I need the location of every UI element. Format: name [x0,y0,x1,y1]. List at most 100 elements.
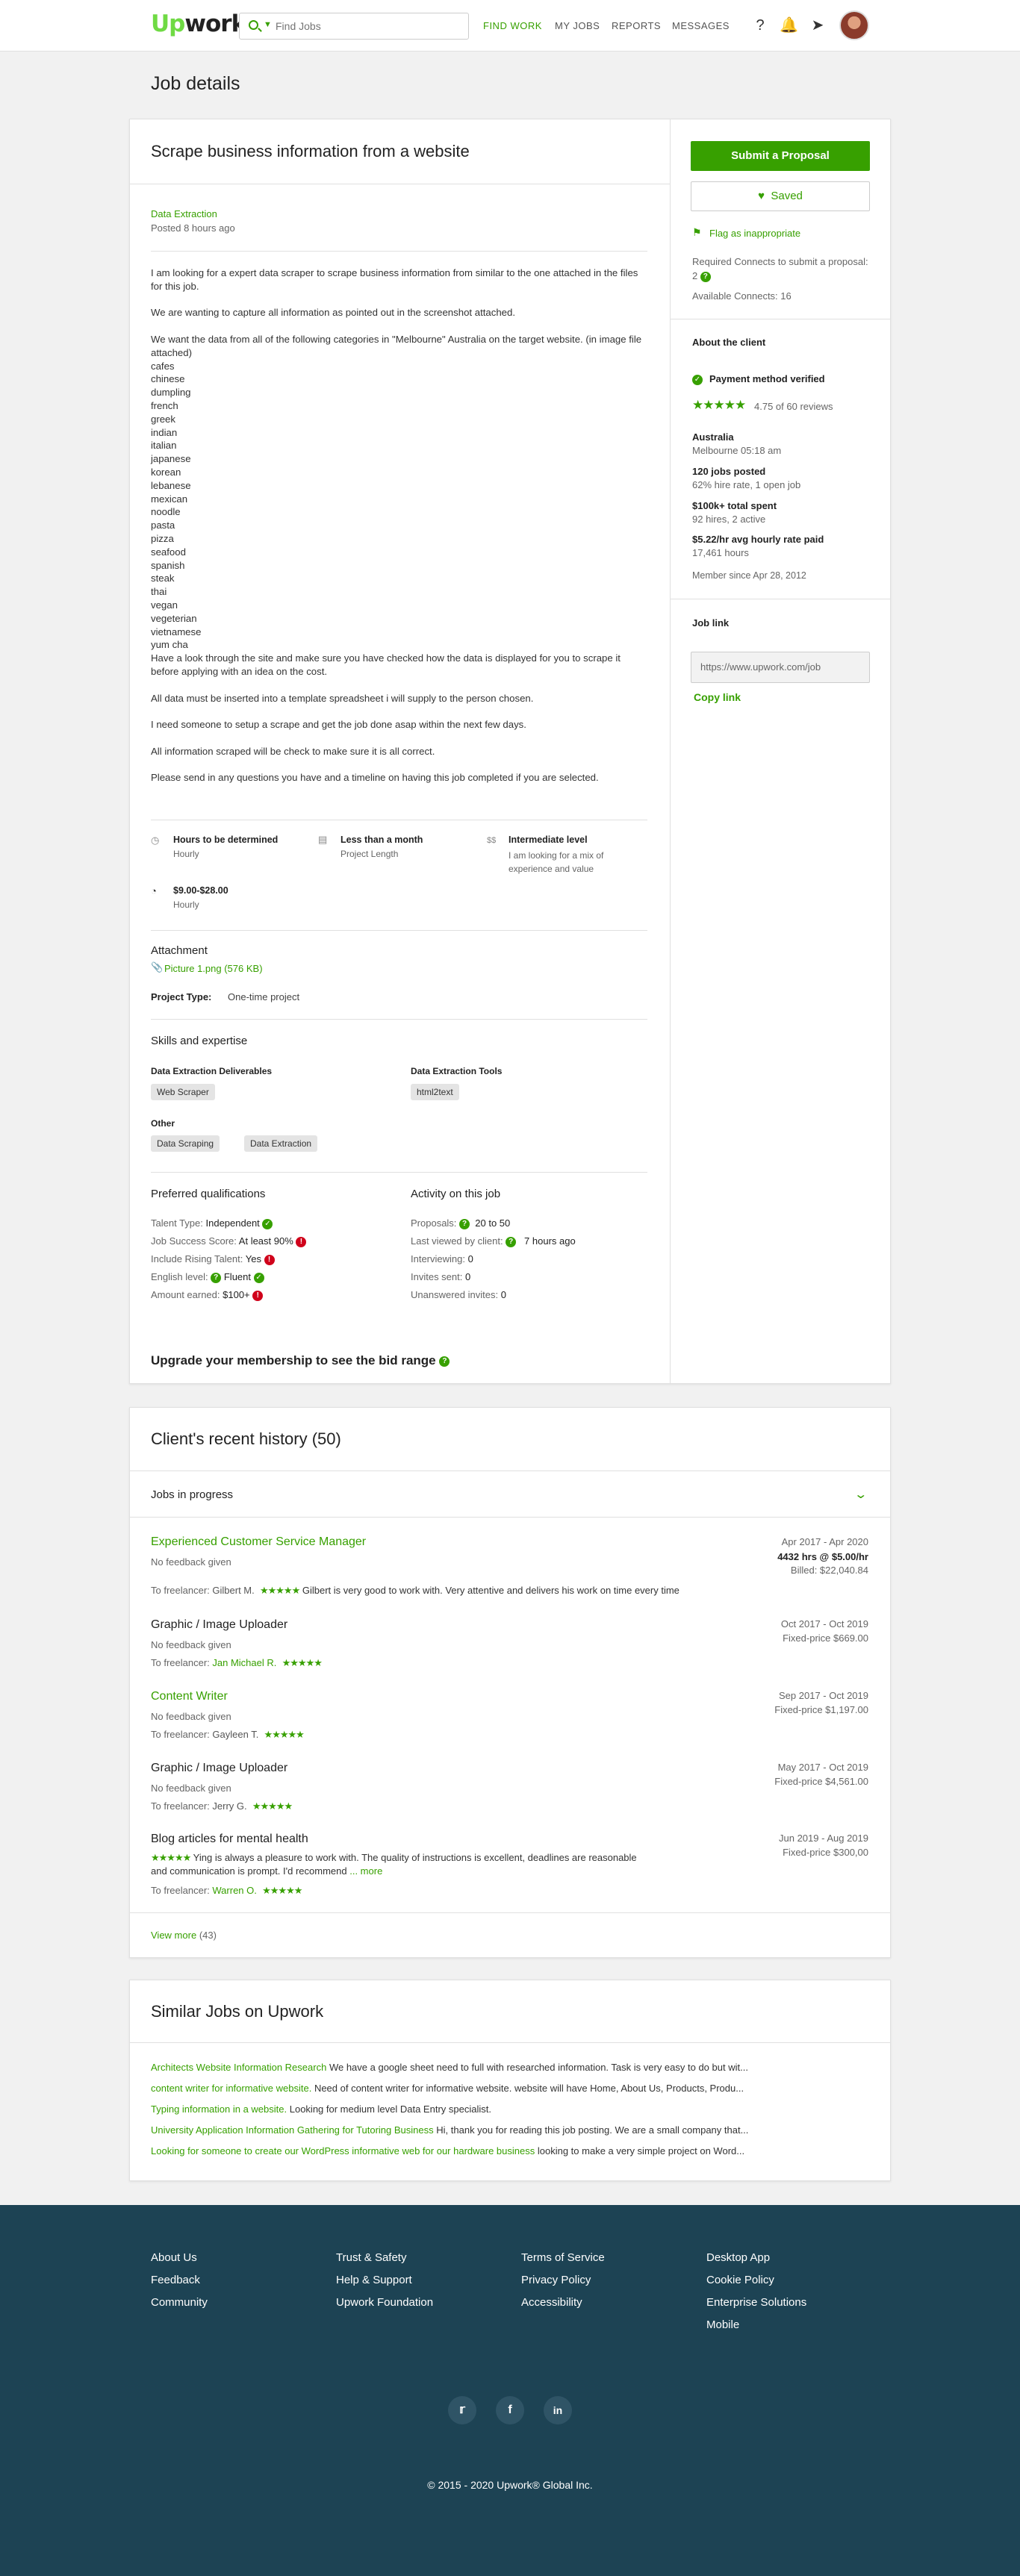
skill-tag[interactable]: Data Extraction [244,1135,318,1152]
footer-link[interactable]: Community [151,2296,208,2309]
history-job-title[interactable]: Graphic / Image Uploader [151,1618,287,1632]
activity-label: Proposals: [411,1217,457,1229]
category-line: vietnamese [151,626,202,637]
freelancer-prefix: To freelancer: [151,1729,210,1740]
footer-link[interactable]: Help & Support [336,2274,412,2286]
freelancer-prefix: To freelancer: [151,1885,210,1896]
page-title: Job details [151,73,240,94]
client-city-time: Melbourne 05:18 am [692,445,782,456]
chevron-down-icon[interactable]: ⌄ [853,1487,868,1502]
notifications-bell-icon[interactable]: 🔔 [780,16,798,34]
view-more-link[interactable]: View more (43) [151,1930,217,1941]
footer-link[interactable]: Trust & Safety [336,2251,406,2264]
rate-title: $9.00-$28.00 [173,885,228,896]
footer-link[interactable]: Desktop App [706,2251,770,2264]
nav-messages[interactable]: MESSAGES [672,20,730,31]
flag-link[interactable]: Flag as inappropriate [709,228,800,239]
footer-link[interactable]: Accessibility [521,2296,582,2309]
jobs-posted: 120 jobs posted [692,466,766,477]
help-circle-icon[interactable]: ? [211,1272,222,1283]
footer-link[interactable]: Terms of Service [521,2251,605,2264]
skill-tag[interactable]: Web Scraper [151,1084,215,1100]
total-spent: $100k+ total spent [692,500,777,511]
tools-label: Data Extraction Tools [411,1066,503,1076]
search-icon [249,20,258,30]
nav-reports[interactable]: REPORTS [612,20,661,31]
history-job-title[interactable]: Content Writer [151,1690,228,1703]
activity-heading: Activity on this job [411,1188,501,1200]
freelancer-name: Gilbert M. [212,1585,255,1596]
footer-link[interactable]: Feedback [151,2274,200,2286]
similar-job-link[interactable]: content writer for informative website. [151,2083,311,2094]
pref-value: Fluent [223,1271,251,1282]
chevron-down-icon[interactable]: ▼ [264,20,272,29]
copy-link[interactable]: Copy link [694,691,741,703]
similar-job-row: Typing information in a website. Looking… [151,2103,491,2115]
desc-paragraph: All data must be inserted into a templat… [151,692,534,704]
help-circle-icon[interactable]: ? [700,271,711,282]
freelancer-link[interactable]: Jan Michael R. [212,1657,276,1668]
freelancer-prefix: To freelancer: [151,1585,210,1596]
error-icon: ! [252,1290,264,1301]
freelancer-name: Gayleen T. [212,1729,259,1740]
help-circle-icon[interactable]: ? [506,1236,517,1247]
category-line: indian [151,426,178,438]
footer-link[interactable]: About Us [151,2251,197,2264]
similar-job-link[interactable]: Typing information in a website. [151,2103,287,2115]
help-circle-icon[interactable]: ? [439,1356,450,1367]
linkedin-icon[interactable]: in [544,2396,572,2424]
send-icon[interactable]: ➤ [809,16,827,34]
category-line: thai [151,586,167,598]
deliverables-label: Data Extraction Deliverables [151,1066,273,1076]
length-title: Less than a month [340,835,423,845]
help-circle-icon[interactable]: ? [459,1218,470,1229]
top-header: Upwork ▼ FIND WORK MY JOBS REPORTS MESSA… [0,0,1020,52]
rating-text: 4.75 of 60 reviews [754,401,833,412]
submit-proposal-button[interactable]: Submit a Proposal [691,141,870,171]
job-price: Fixed-price $669.00 [783,1632,868,1644]
twitter-icon[interactable]: 𝕣 [448,2396,476,2424]
search-input[interactable] [276,18,455,34]
job-category-link[interactable]: Data Extraction [151,208,217,219]
facebook-icon[interactable]: f [496,2396,524,2424]
help-icon[interactable]: ? [751,16,769,34]
freelancer-row: To freelancer: Gayleen T. ★★★★★ [151,1729,305,1741]
nav-find-work[interactable]: FIND WORK [483,20,542,31]
job-link-field[interactable]: https://www.upwork.com/job [691,652,870,683]
avatar[interactable] [839,10,869,40]
connects-available: Available Connects: 16 [692,290,792,302]
skill-tag[interactable]: Data Scraping [151,1135,220,1152]
saved-button[interactable]: ♥ Saved [691,181,870,211]
history-job-title[interactable]: Experienced Customer Service Manager [151,1535,366,1549]
divider [130,1517,890,1518]
attachment-link[interactable]: Picture 1.png (576 KB) [164,963,263,974]
footer-link[interactable]: Privacy Policy [521,2274,591,2286]
skill-tag[interactable]: html2text [411,1084,459,1100]
activity-row: Interviewing: 0 [411,1253,473,1264]
footer-link[interactable]: Enterprise Solutions [706,2296,806,2309]
pref-label: English level: [151,1271,208,1282]
feedback-text: No feedback given [151,1556,231,1568]
nav-my-jobs[interactable]: MY JOBS [555,20,600,31]
footer-link[interactable]: Mobile [706,2318,739,2331]
hours-title: Hours to be determined [173,835,279,845]
freelancer-link[interactable]: Warren O. [212,1885,256,1896]
pref-row: Talent Type: Independent ✓ [151,1217,273,1229]
category-line: dumpling [151,387,191,399]
avg-rate: $5.22/hr avg hourly rate paid [692,534,824,545]
footer-link[interactable]: Upwork Foundation [336,2296,433,2309]
category-line: yum cha [151,639,188,651]
history-job-title[interactable]: Graphic / Image Uploader [151,1762,287,1775]
jobs-in-progress-toggle[interactable]: Jobs in progress [151,1488,233,1501]
more-link[interactable]: ... more [349,1865,382,1877]
history-job-title[interactable]: Blog articles for mental health [151,1833,308,1846]
footer-link[interactable]: Cookie Policy [706,2274,774,2286]
similar-job-link[interactable]: Looking for someone to create our WordPr… [151,2145,535,2156]
desc-paragraph: We want the data from all of the followi… [151,333,642,358]
upwork-logo[interactable]: Upwork [151,10,246,37]
job-dates: May 2017 - Oct 2019 [777,1762,868,1773]
similar-job-link[interactable]: Architects Website Information Research [151,2062,326,2073]
search-box[interactable]: ▼ [239,13,469,40]
similar-job-link[interactable]: University Application Information Gathe… [151,2124,434,2136]
project-type-label: Project Type: [151,991,212,1002]
